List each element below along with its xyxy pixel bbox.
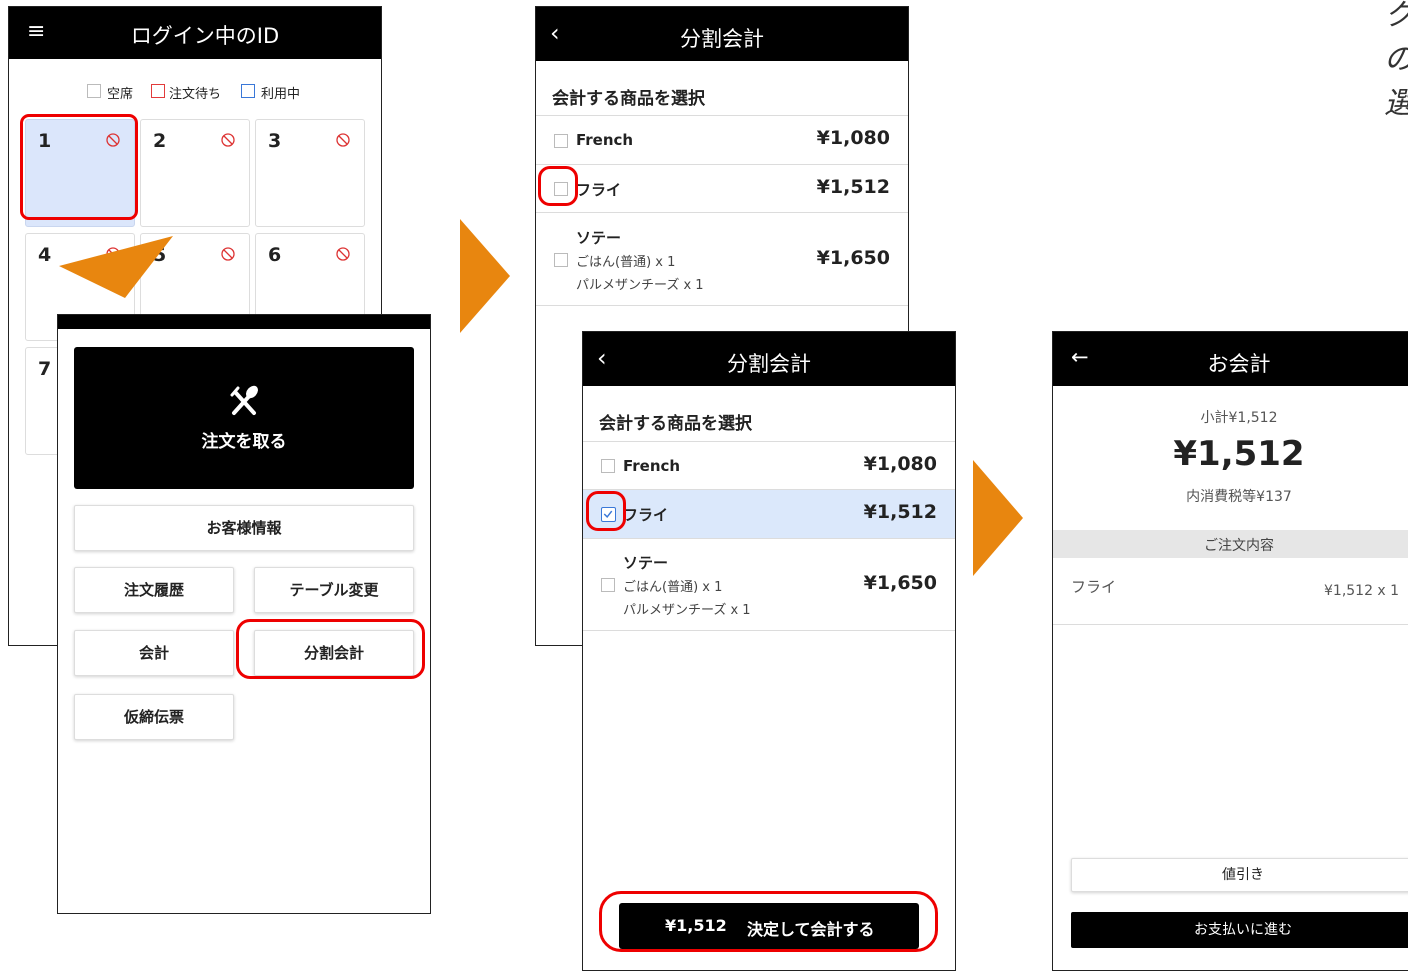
table-number: 2 (153, 130, 167, 152)
subtotal-text: 小計¥1,512 (1200, 410, 1278, 426)
header-title: 分割会計 (727, 352, 811, 376)
caption-char: 選 (1384, 82, 1408, 126)
app-header: ≡ ログイン中のID (9, 7, 381, 59)
item-price: ¥1,080 (816, 127, 890, 149)
highlight-checkbox-fry (538, 166, 578, 206)
item-name: フライ (576, 181, 622, 199)
tax-text: 内消費税等¥137 (1186, 489, 1292, 505)
no-smoking-icon (221, 133, 235, 147)
caption-char: の (1384, 38, 1408, 82)
item-name: フライ (623, 506, 669, 524)
divider (536, 305, 908, 306)
take-order-label: 注文を取る (201, 432, 287, 452)
item-name: ソテー (623, 554, 669, 572)
app-header: ← お会計 (1053, 332, 1408, 386)
no-smoking-icon (221, 247, 235, 261)
table-number: 4 (38, 244, 52, 266)
divider (583, 441, 955, 442)
header-title: 分割会計 (680, 27, 764, 51)
divider (583, 538, 955, 539)
order-section-title: ご注文内容 (1204, 538, 1274, 554)
no-smoking-icon (336, 247, 350, 261)
app-header: ‹ 分割会計 (583, 332, 955, 386)
order-section-header: ご注文内容 (1053, 530, 1408, 558)
item-name: French (623, 457, 681, 475)
divider (536, 115, 908, 116)
divider (536, 212, 908, 213)
item-price: ¥1,512 (816, 176, 890, 198)
sheet-top-bar (58, 315, 430, 329)
legend-swatch-vacant (87, 84, 101, 98)
order-item-name: フライ (1071, 578, 1117, 596)
divider (1053, 624, 1408, 625)
item-checkbox[interactable] (554, 134, 568, 148)
provisional-slip-button[interactable]: 仮締伝票 (74, 694, 234, 740)
order-item-price: ¥1,512 x 1 (1324, 583, 1400, 599)
split-checkout-selected-screen: ‹ 分割会計 会計する商品を選択 French ¥1,080 フライ ¥1,51… (582, 331, 956, 971)
item-checkbox[interactable] (601, 459, 615, 473)
flow-arrow-right-1 (460, 219, 510, 333)
item-name: ソテー (576, 229, 622, 247)
legend-label-in-use: 利用中 (261, 87, 301, 102)
list-item-selected[interactable]: フライ ¥1,512 (583, 490, 955, 538)
legend-swatch-in-use (241, 84, 255, 98)
item-option: ごはん(普通) x 1 (623, 580, 723, 595)
highlight-confirm-button (599, 891, 938, 952)
item-checkbox[interactable] (601, 578, 615, 592)
table-number: 7 (38, 358, 52, 380)
flow-arrow-right-2 (973, 460, 1023, 576)
legend-swatch-waiting (151, 84, 165, 98)
item-price: ¥1,650 (863, 572, 937, 594)
checkout-button[interactable]: 会計 (74, 630, 234, 676)
item-option: ごはん(普通) x 1 (576, 255, 676, 270)
table-action-sheet: 注文を取る お客様情報 注文履歴 テーブル変更 会計 分割会計 仮締伝票 (57, 314, 431, 914)
table-number: 6 (268, 244, 282, 266)
table-tile-2[interactable]: 2 (140, 119, 250, 227)
item-price: ¥1,512 (863, 501, 937, 523)
take-order-button[interactable]: 注文を取る (74, 347, 414, 489)
fork-knife-icon (230, 385, 258, 415)
table-change-button[interactable]: テーブル変更 (254, 567, 414, 613)
checkout-screen: ← お会計 小計¥1,512 ¥1,512 内消費税等¥137 ご注文内容 フラ… (1052, 331, 1408, 971)
customer-info-button[interactable]: お客様情報 (74, 505, 414, 551)
item-option: パルメザンチーズ x 1 (623, 603, 751, 618)
caption-char: ク (1384, 0, 1408, 38)
total-amount: ¥1,512 (1173, 434, 1305, 474)
divider (536, 164, 908, 165)
item-price: ¥1,080 (863, 453, 937, 475)
item-checkbox[interactable] (554, 253, 568, 267)
caption-fragment: ク の 選 (1384, 0, 1408, 126)
section-title: 会計する商品を選択 (552, 89, 705, 109)
order-history-button[interactable]: 注文履歴 (74, 567, 234, 613)
legend-label-vacant: 空席 (107, 87, 134, 102)
flow-arrow-diagonal (59, 236, 173, 298)
table-number: 3 (268, 130, 282, 152)
app-header: ‹ 分割会計 (536, 7, 908, 61)
proceed-to-payment-button[interactable]: お支払いに進む (1071, 912, 1408, 948)
discount-button[interactable]: 値引き (1071, 858, 1408, 892)
section-title: 会計する商品を選択 (599, 414, 752, 434)
table-tile-3[interactable]: 3 (255, 119, 365, 227)
status-legend: 空席 注文待ち 利用中 (87, 83, 327, 103)
item-name: French (576, 131, 634, 149)
no-smoking-icon (336, 133, 350, 147)
header-title: お会計 (1207, 352, 1271, 376)
divider (583, 630, 955, 631)
highlight-checkbox-fry-checked (586, 491, 626, 531)
highlight-split-checkout (236, 619, 425, 679)
header-title: ログイン中のID (130, 24, 280, 48)
item-option: パルメザンチーズ x 1 (576, 278, 704, 293)
highlight-table-1 (20, 114, 138, 220)
legend-label-waiting: 注文待ち (169, 87, 222, 102)
item-price: ¥1,650 (816, 247, 890, 269)
